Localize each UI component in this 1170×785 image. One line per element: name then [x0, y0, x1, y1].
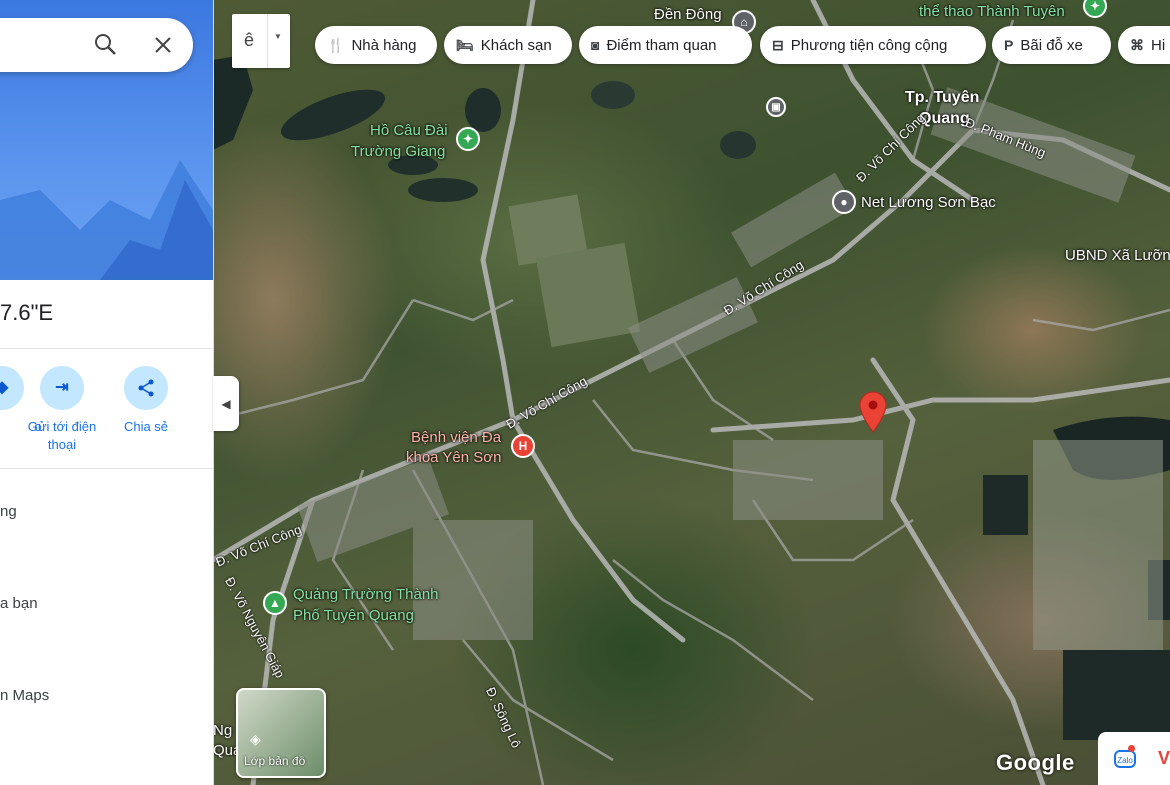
- map-label-quang-truong-1: Quảng Trường Thành: [293, 586, 439, 603]
- chip-label: Điểm tham quan: [606, 36, 717, 54]
- dropped-pin-icon[interactable]: [858, 391, 888, 433]
- map-canvas[interactable]: ✦ H ▲ ● ⌂ ▣ ✦ Đền Đông thể thao Thành Tu…: [213, 0, 1170, 785]
- divider: [0, 468, 213, 469]
- bottom-right-widget[interactable]: Zalo V: [1098, 732, 1170, 785]
- collapse-panel-button[interactable]: ◀: [213, 376, 239, 431]
- search-box[interactable]: [0, 18, 193, 72]
- v-icon[interactable]: V: [1158, 748, 1170, 769]
- place-panel: 7.6"E ◆ o ⇥ Gửi tới điện thoại Chia sẻ n…: [0, 0, 214, 785]
- transit-icon: ⊟: [772, 36, 784, 53]
- map-label-benh-vien-1: Bệnh viện Đa: [411, 429, 502, 446]
- list-item[interactable]: ng: [0, 503, 17, 520]
- share-button[interactable]: Chia sẻ: [104, 366, 188, 436]
- hotel-icon: 🛏: [456, 36, 474, 53]
- bus-stop-icon[interactable]: ▣: [766, 97, 786, 117]
- chip-label: Hi: [1151, 36, 1166, 54]
- list-item[interactable]: a bạn: [0, 595, 38, 612]
- chip-restaurants[interactable]: 🍴 Nhà hàng: [315, 26, 437, 64]
- list-item[interactable]: n Maps: [0, 687, 49, 704]
- search-icon[interactable]: [93, 32, 119, 58]
- hospital-icon[interactable]: H: [511, 434, 535, 458]
- send-to-phone-label: Gửi tới điện thoại: [27, 419, 97, 452]
- chip-parking[interactable]: P Bãi đỗ xe: [992, 26, 1111, 64]
- red-dot-icon: [1128, 745, 1135, 752]
- map-label-the-thao: thể thao Thành Tuyên: [919, 3, 1065, 20]
- map-roads: [213, 0, 1170, 785]
- map-label-den-dong: Đền Đông: [654, 6, 722, 23]
- chip-label: Khách sạn: [480, 36, 552, 54]
- chevron-down-icon[interactable]: ▼: [274, 32, 282, 41]
- map-label-ho-cau-1: Hồ Câu Đài: [370, 122, 448, 139]
- zalo-icon[interactable]: Zalo: [1114, 750, 1136, 768]
- map-label-net-luong: Net Lương Sơn Bạc: [861, 194, 996, 211]
- pharmacy-icon: ⌘: [1130, 36, 1144, 53]
- divider: [0, 348, 213, 349]
- google-logo: Google: [996, 750, 1075, 775]
- restaurant-icon: 🍴: [327, 36, 345, 53]
- share-label: Chia sẻ: [123, 419, 169, 434]
- layers-label: Lớp bản đồ: [244, 754, 306, 768]
- chip-more[interactable]: ⌘ Hi: [1118, 26, 1170, 64]
- send-to-phone-button[interactable]: ⇥ Gửi tới điện thoại: [20, 366, 104, 454]
- dropdown-divider: [267, 14, 268, 68]
- chevron-left-icon: ◀: [221, 396, 231, 411]
- map-layers-button[interactable]: ◈ Lớp bản đồ: [236, 688, 326, 778]
- input-tools-label: ê: [244, 30, 255, 50]
- parking-icon: P: [1004, 37, 1014, 53]
- close-icon[interactable]: [151, 33, 175, 57]
- camera-icon: ◙: [591, 37, 600, 53]
- chip-transit[interactable]: ⊟ Phương tiện công cộng: [760, 26, 986, 64]
- place-icon[interactable]: ●: [832, 190, 856, 214]
- map-label-benh-vien-2: khoa Yên Sơn: [406, 449, 502, 466]
- park-icon[interactable]: ✦: [456, 127, 480, 151]
- map-label-ho-cau-2: Trường Giang: [351, 143, 446, 160]
- coordinates-title: 7.6"E: [0, 300, 54, 325]
- chip-attractions[interactable]: ◙ Điểm tham quan: [579, 26, 752, 64]
- map-label-ng: Ng: [213, 722, 233, 739]
- map-label-tp-1: Tp. Tuyên: [905, 89, 980, 106]
- park-icon[interactable]: ▲: [263, 591, 287, 615]
- share-icon: [124, 366, 168, 410]
- chip-label: Nhà hàng: [351, 36, 417, 54]
- send-to-phone-icon: ⇥: [40, 366, 84, 410]
- chip-label: Bãi đỗ xe: [1020, 36, 1083, 54]
- input-tools-button[interactable]: ê ▼: [232, 14, 290, 68]
- map-label-ubnd: UBND Xã Lưỡn: [1065, 247, 1170, 264]
- map-label-quang-truong-2: Phố Tuyên Quang: [293, 607, 414, 624]
- layers-icon: ◈: [250, 731, 261, 747]
- chip-hotels[interactable]: 🛏 Khách sạn: [444, 26, 572, 64]
- chip-label: Phương tiện công cộng: [790, 36, 948, 54]
